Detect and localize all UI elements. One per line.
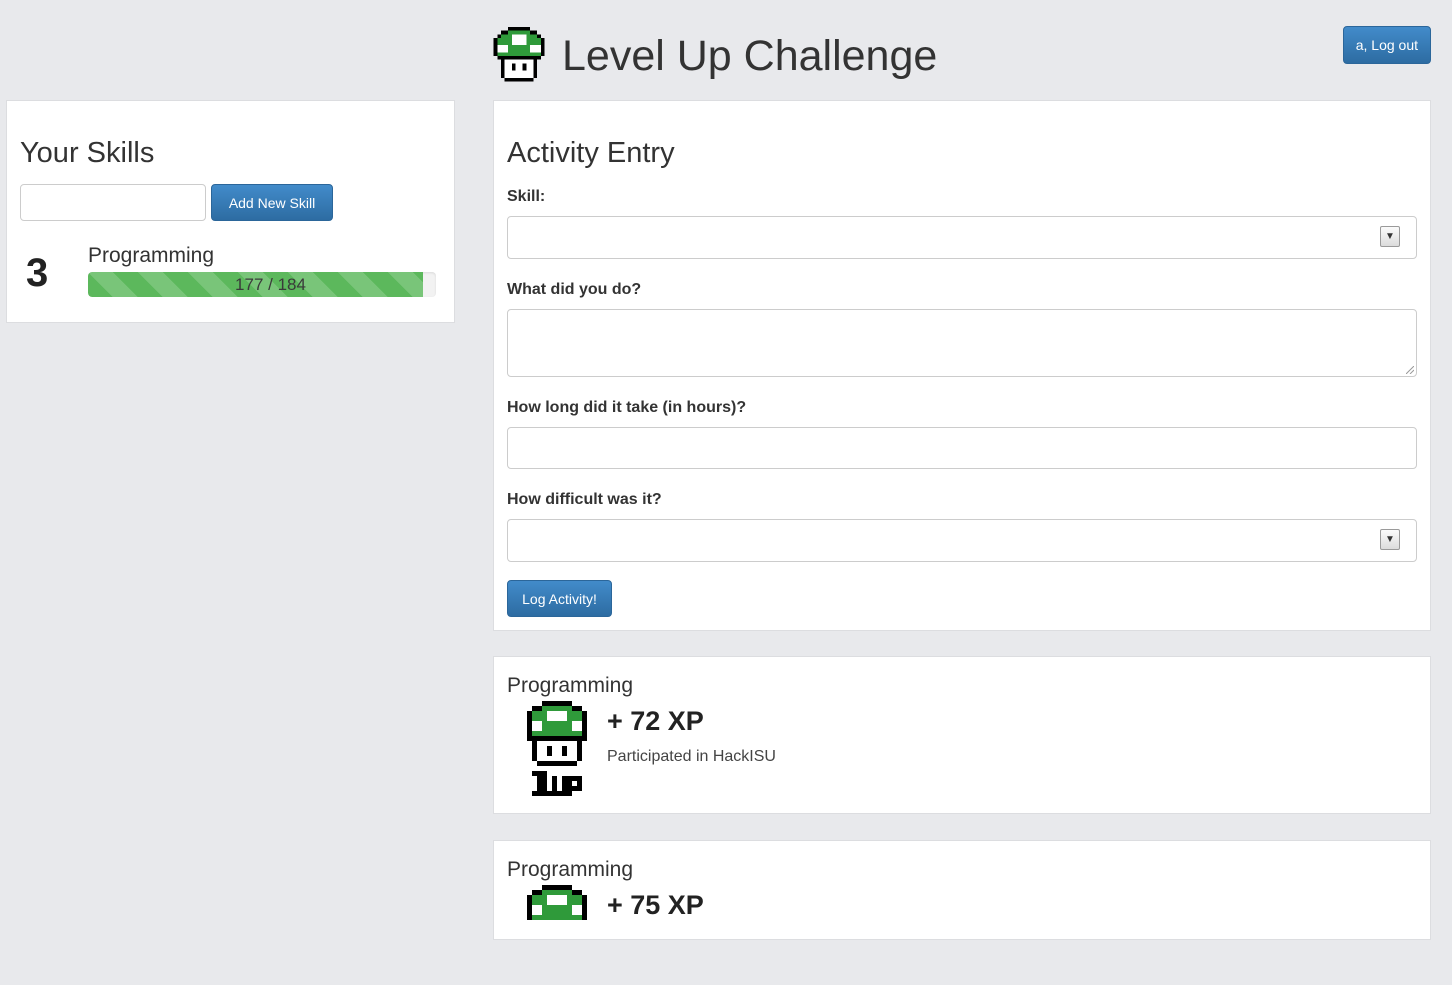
skill-progress-text: 177 / 184: [235, 275, 306, 294]
difficulty-select[interactable]: ▼: [507, 519, 1417, 562]
new-skill-input[interactable]: [20, 184, 206, 221]
page-header: Level Up Challenge a, Log out: [0, 0, 1452, 100]
what-textarea[interactable]: [507, 309, 1417, 377]
what-label: What did you do?: [507, 281, 642, 298]
activity-skill: Programming: [507, 858, 634, 881]
activity-description: Participated in HackISU: [607, 748, 776, 765]
skill-name: Programming: [88, 244, 215, 267]
skills-heading: Your Skills: [20, 137, 155, 169]
chevron-down-icon: ▼: [1380, 226, 1400, 247]
difficulty-label: How difficult was it?: [507, 491, 662, 508]
1up-mushroom-icon: [527, 885, 587, 920]
resize-handle-icon[interactable]: [1406, 366, 1414, 374]
mushroom-logo-icon: [490, 27, 548, 85]
title-group: Level Up Challenge: [490, 26, 937, 86]
page-title: Level Up Challenge: [562, 31, 938, 80]
activity-entry-panel: Activity Entry Skill: ▼ What did you do?…: [493, 100, 1431, 631]
activity-xp: + 75 XP: [607, 890, 704, 920]
add-new-skill-button[interactable]: Add New Skill: [211, 184, 333, 221]
log-activity-button[interactable]: Log Activity!: [507, 580, 612, 617]
skill-level: 3: [26, 251, 49, 295]
skill-select[interactable]: ▼: [507, 216, 1417, 259]
activity-xp: + 72 XP: [607, 706, 704, 736]
skill-progress-bar: 177 / 184: [88, 272, 436, 297]
1up-mushroom-icon: [527, 701, 587, 796]
skill-label: Skill:: [507, 188, 546, 205]
activity-entry-heading: Activity Entry: [507, 137, 675, 169]
hours-label: How long did it take (in hours)?: [507, 399, 747, 416]
activity-skill: Programming: [507, 674, 634, 697]
activity-card: Programming + 72 XP Participated in Hack…: [493, 656, 1431, 814]
chevron-down-icon: ▼: [1380, 529, 1400, 550]
hours-input[interactable]: [507, 427, 1417, 469]
logout-button[interactable]: a, Log out: [1342, 26, 1431, 64]
activity-card: Programming + 75 XP: [493, 840, 1431, 940]
skills-panel: Your Skills Add New Skill 3 Programming …: [6, 100, 455, 323]
